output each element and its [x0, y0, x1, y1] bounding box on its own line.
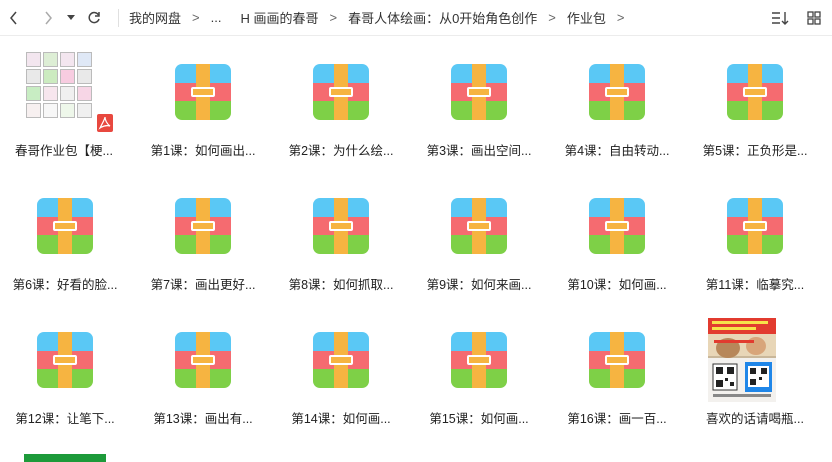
file-name: 第14课：如何画...	[291, 412, 391, 426]
archive-icon	[451, 64, 507, 120]
archive-icon	[727, 64, 783, 120]
breadcrumb-item-current[interactable]: 作业包	[567, 8, 606, 27]
file-grid: 春哥作业包【梗... 第1课：如何画出... 第2课：为什么绘... 第3课：画…	[0, 36, 832, 462]
file-name: 喜欢的话请喝瓶...	[706, 412, 804, 426]
file-item-zip[interactable]: 第1课：如何画出...	[141, 36, 265, 158]
file-item-zip[interactable]: 第14课：如何画...	[279, 304, 403, 426]
archive-icon	[175, 332, 231, 388]
archive-icon	[313, 64, 369, 120]
breadcrumb-separator-icon: >	[616, 10, 625, 25]
file-name: 第10课：如何画...	[567, 278, 667, 292]
breadcrumb-separator-icon: >	[329, 10, 338, 25]
toolbar-divider	[118, 8, 119, 27]
breadcrumb-item-course[interactable]: 春哥人体绘画：从0开始角色创作	[348, 8, 537, 27]
file-name: 第3课：画出空间...	[426, 144, 532, 158]
archive-icon	[37, 198, 93, 254]
file-name: 第13课：画出有...	[153, 412, 253, 426]
file-item-zip[interactable]: 第16课：画一百...	[555, 304, 679, 426]
archive-icon	[175, 64, 231, 120]
archive-icon	[451, 198, 507, 254]
refresh-icon[interactable]	[82, 6, 106, 30]
breadcrumb-item-artist[interactable]: H 画画的春哥	[240, 8, 318, 27]
file-item-zip[interactable]: 第2课：为什么绘...	[279, 36, 403, 158]
archive-icon	[589, 64, 645, 120]
archive-icon	[727, 198, 783, 254]
file-item-image[interactable]: 喜欢的话请喝瓶...	[693, 304, 817, 426]
file-name: 第6课：好看的脸...	[12, 278, 118, 292]
archive-icon	[451, 332, 507, 388]
chevron-left-icon[interactable]	[2, 6, 26, 30]
file-name: 第2课：为什么绘...	[288, 144, 394, 158]
partial-image-thumbnail[interactable]	[24, 454, 106, 462]
file-name: 第7课：画出更好...	[150, 278, 256, 292]
breadcrumb-separator-icon: >	[192, 10, 200, 25]
file-item-zip[interactable]: 第3课：画出空间...	[417, 36, 541, 158]
grid-view-icon[interactable]	[802, 6, 826, 30]
pdf-icon	[97, 114, 113, 132]
archive-icon	[313, 332, 369, 388]
file-item-zip[interactable]: 第7课：画出更好...	[141, 170, 265, 292]
archive-icon	[313, 198, 369, 254]
file-name: 第11课：临摹究...	[705, 278, 805, 292]
file-name: 第1课：如何画出...	[150, 144, 256, 158]
breadcrumb-item-root[interactable]: 我的网盘	[129, 8, 181, 27]
file-item-pdf[interactable]: 春哥作业包【梗...	[2, 36, 126, 158]
file-item-zip[interactable]: 第10课：如何画...	[555, 170, 679, 292]
sort-icon[interactable]	[768, 6, 792, 30]
file-item-zip[interactable]: 第9课：如何来画...	[417, 170, 541, 292]
image-thumbnail	[708, 318, 776, 402]
file-item-zip[interactable]: 第5课：正负形是...	[693, 36, 817, 158]
toolbar: 我的网盘 > ... H 画画的春哥 > 春哥人体绘画：从0开始角色创作 > 作…	[0, 0, 832, 36]
file-name: 第4课：自由转动...	[564, 144, 670, 158]
file-item-zip[interactable]: 第13课：画出有...	[141, 304, 265, 426]
file-name: 第16课：画一百...	[567, 412, 667, 426]
breadcrumb-separator-icon: >	[548, 10, 556, 25]
file-name: 第9课：如何来画...	[426, 278, 532, 292]
archive-icon	[589, 332, 645, 388]
breadcrumb-item-ellipsis[interactable]: ...	[211, 10, 222, 25]
file-name: 第8课：如何抓取...	[288, 278, 394, 292]
archive-icon	[589, 198, 645, 254]
archive-icon	[175, 198, 231, 254]
file-item-zip[interactable]: 第8课：如何抓取...	[279, 170, 403, 292]
breadcrumb: 我的网盘 > ... H 画画的春哥 > 春哥人体绘画：从0开始角色创作 > 作…	[129, 8, 636, 27]
file-name: 第15课：如何画...	[429, 412, 529, 426]
pdf-thumbnail	[26, 50, 96, 130]
file-item-zip[interactable]: 第6课：好看的脸...	[3, 170, 127, 292]
file-name: 第5课：正负形是...	[702, 144, 808, 158]
file-item-zip[interactable]: 第12课：让笔下...	[3, 304, 127, 426]
chevron-right-icon[interactable]	[36, 6, 60, 30]
archive-icon	[37, 332, 93, 388]
file-item-zip[interactable]: 第15课：如何画...	[417, 304, 541, 426]
caret-down-icon[interactable]	[64, 6, 78, 30]
file-item-zip[interactable]: 第11课：临摹究...	[693, 170, 817, 292]
file-name: 第12课：让笔下...	[15, 412, 115, 426]
file-name: 春哥作业包【梗...	[15, 144, 113, 158]
file-item-zip[interactable]: 第4课：自由转动...	[555, 36, 679, 158]
